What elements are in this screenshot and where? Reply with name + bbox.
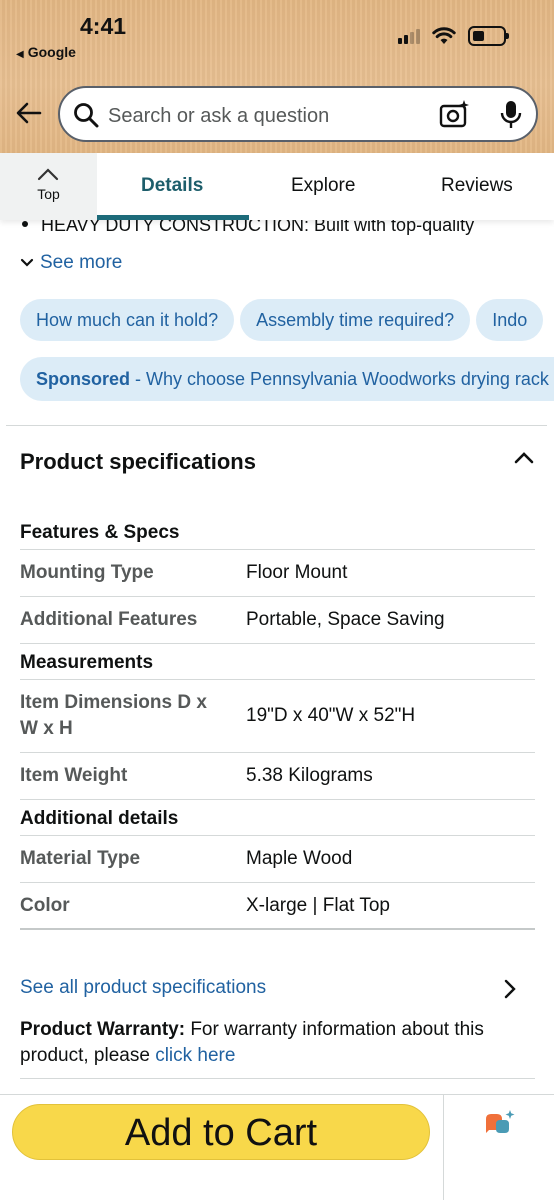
chevron-right-icon[interactable] (502, 978, 518, 1000)
battery-icon (468, 26, 509, 46)
see-all-specifications-link[interactable]: See all product specifications (20, 977, 266, 999)
product-specifications-title: Product specifications (20, 449, 256, 474)
spec-section-heading: Features & Specs (20, 514, 535, 550)
chevron-down-icon (20, 258, 34, 267)
spec-row: Material Type Maple Wood (20, 836, 535, 883)
spec-value: 5.38 Kilograms (246, 765, 373, 786)
tab-bar: Top Details Explore Reviews (0, 153, 554, 220)
spec-key: Mounting Type (20, 562, 154, 583)
question-chips: How much can it hold? Assembly time requi… (20, 299, 554, 343)
search-icon (74, 103, 99, 128)
spec-row: Item Weight 5.38 Kilograms (20, 753, 535, 800)
spec-key: Item Weight (20, 765, 128, 786)
search-bar[interactable]: Search or ask a question (58, 86, 538, 142)
bottom-action-bar: Add to Cart (0, 1094, 554, 1200)
cellular-signal-icon (398, 28, 420, 44)
rufus-assistant-icon[interactable] (483, 1110, 517, 1142)
sponsored-question-chip[interactable]: Sponsored - Why choose Pennsylvania Wood… (20, 357, 554, 401)
status-time: 4:41 (80, 13, 127, 39)
spec-key: Material Type (20, 848, 141, 869)
tab-top[interactable]: Top (0, 153, 97, 220)
spec-row: Item Dimensions D x W x H 19"D x 40"W x … (20, 680, 535, 753)
header: 4:41 ◀ Google Search or ask a question (0, 0, 554, 153)
back-app-label: Google (27, 44, 76, 60)
spec-key: Color (20, 894, 70, 916)
spec-section-heading: Measurements (20, 644, 535, 680)
tab-explore[interactable]: Explore (291, 175, 355, 197)
search-input[interactable]: Search or ask a question (108, 105, 329, 128)
tab-top-label: Top (37, 186, 60, 202)
spec-value: Maple Wood (246, 848, 353, 869)
tab-reviews[interactable]: Reviews (441, 175, 513, 197)
sponsored-text: - Why choose Pennsylvania Woodworks dryi… (130, 369, 549, 389)
product-warranty: Product Warranty: For warranty informati… (20, 1017, 540, 1069)
spec-value: Floor Mount (246, 562, 348, 583)
spec-key: Item Dimensions D x W x H (20, 692, 207, 739)
assistant-panel (443, 1095, 554, 1200)
chevron-up-icon[interactable] (513, 450, 535, 466)
back-triangle-icon: ◀ (16, 49, 24, 60)
divider (20, 1078, 535, 1079)
spec-value: 19"D x 40"W x 52"H (246, 705, 416, 726)
bullet-icon (22, 221, 28, 227)
camera-sparkle-icon[interactable] (438, 99, 470, 131)
microphone-icon[interactable] (498, 99, 524, 131)
warranty-label: Product Warranty: (20, 1019, 186, 1040)
divider (6, 425, 547, 426)
chevron-up-icon (37, 168, 59, 181)
question-chip[interactable]: Assembly time required? (240, 299, 471, 341)
spec-row: Mounting Type Floor Mount (20, 550, 535, 597)
spec-value: X-large | Flat Top (246, 894, 390, 916)
spec-row: Color X-large | Flat Top (20, 883, 535, 930)
add-to-cart-button[interactable]: Add to Cart (12, 1104, 430, 1160)
warranty-click-here-link[interactable]: click here (155, 1045, 235, 1066)
sponsored-label: Sponsored (36, 369, 131, 389)
question-chip[interactable]: Indo (476, 299, 544, 341)
spec-key: Additional Features (20, 609, 198, 630)
see-more-link[interactable]: See more (20, 252, 122, 274)
active-tab-indicator (97, 215, 249, 220)
spec-value: Portable, Space Saving (246, 609, 445, 630)
back-to-app-link[interactable]: ◀ Google (16, 44, 76, 60)
back-arrow-icon[interactable] (14, 98, 44, 128)
spec-section-heading: Additional details (20, 800, 535, 836)
tab-details[interactable]: Details (141, 175, 203, 197)
spec-row: Additional Features Portable, Space Savi… (20, 597, 535, 644)
status-icons (398, 26, 509, 46)
question-chip[interactable]: How much can it hold? (20, 299, 235, 341)
see-more-label: See more (40, 252, 123, 273)
spec-table: Features & Specs Mounting Type Floor Mou… (20, 514, 535, 930)
wifi-icon (432, 27, 456, 44)
